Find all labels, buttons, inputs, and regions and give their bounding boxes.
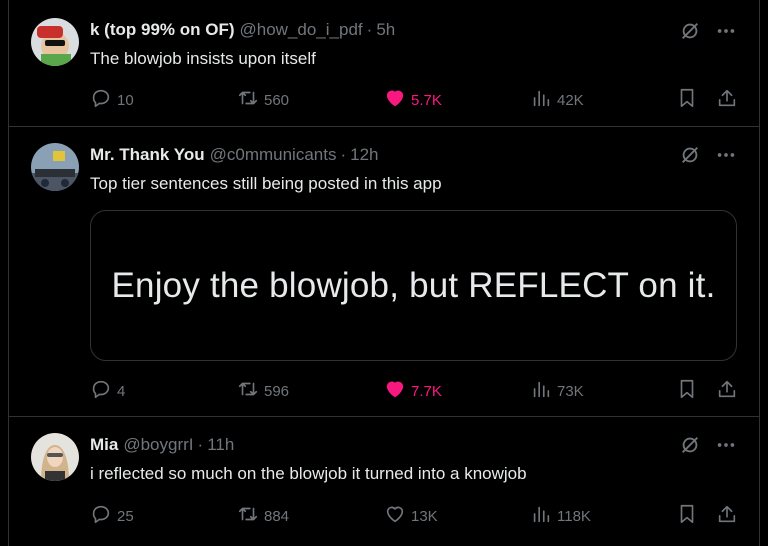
tweet-actions: 25 884 13K 118K <box>90 503 737 525</box>
share-icon <box>716 503 738 529</box>
reply-count: 4 <box>117 382 126 400</box>
user-handle[interactable]: @how_do_i_pdf <box>240 20 363 40</box>
timestamp[interactable]: 11h <box>207 435 234 455</box>
tweet[interactable]: Mr. Thank You @c0mmunicants · 12h Top ti… <box>9 127 759 417</box>
share-icon <box>716 378 738 404</box>
avatar[interactable] <box>31 433 79 481</box>
display-name[interactable]: Mia <box>90 435 118 455</box>
bookmark-icon <box>676 378 698 404</box>
grok-icon[interactable] <box>679 144 701 171</box>
reply-button[interactable]: 4 <box>90 378 125 404</box>
avatar[interactable] <box>31 18 79 66</box>
reply-icon <box>90 378 112 404</box>
views-button[interactable]: 42K <box>530 87 584 113</box>
tweet-header: Mia @boygrrI · 11h <box>90 435 737 455</box>
tweet-header: Mr. Thank You @c0mmunicants · 12h <box>90 145 737 165</box>
share-button[interactable] <box>716 87 738 113</box>
display-name[interactable]: k (top 99% on OF) <box>90 20 235 40</box>
tweet-actions: 10 560 5.7K 42K <box>90 87 737 109</box>
more-options-icon[interactable] <box>715 20 737 47</box>
views-button[interactable]: 118K <box>530 503 591 529</box>
views-button[interactable]: 73K <box>530 378 584 404</box>
tweet-text: The blowjob insists upon itself <box>90 49 316 68</box>
repost-count: 560 <box>264 91 290 109</box>
share-icon <box>716 87 738 113</box>
repost-icon <box>237 503 259 529</box>
heart-icon <box>384 87 406 113</box>
media-card[interactable]: Enjoy the blowjob, but REFLECT on it. <box>90 210 737 361</box>
repost-button[interactable]: 560 <box>237 87 289 113</box>
bookmark-icon <box>676 503 698 529</box>
bookmark-button[interactable] <box>676 87 698 113</box>
analytics-icon <box>530 378 552 404</box>
separator: · <box>197 435 204 454</box>
more-options-icon[interactable] <box>715 434 737 461</box>
tweet-text: Top tier sentences still being posted in… <box>90 174 442 193</box>
tweet-actions: 4 596 7.7K 73K <box>90 378 737 400</box>
separator: · <box>340 145 347 164</box>
reply-count: 10 <box>117 91 134 109</box>
tweet[interactable]: Mia @boygrrI · 11h i reflected so much o… <box>9 417 759 546</box>
reply-button[interactable]: 10 <box>90 87 134 113</box>
timestamp[interactable]: 12h <box>350 145 378 165</box>
view-count: 42K <box>557 91 584 109</box>
timestamp[interactable]: 5h <box>376 20 395 40</box>
like-button[interactable]: 5.7K <box>384 87 442 113</box>
reply-count: 25 <box>117 507 134 525</box>
card-text: Enjoy the blowjob, but REFLECT on it. <box>111 265 716 305</box>
display-name[interactable]: Mr. Thank You <box>90 145 205 165</box>
like-button[interactable]: 13K <box>384 503 438 529</box>
grok-icon[interactable] <box>679 434 701 461</box>
reply-button[interactable]: 25 <box>90 503 134 529</box>
bookmark-button[interactable] <box>676 503 698 529</box>
repost-count: 596 <box>264 382 290 400</box>
user-handle[interactable]: @c0mmunicants <box>210 145 337 165</box>
share-button[interactable] <box>716 378 738 404</box>
avatar[interactable] <box>31 143 79 191</box>
repost-count: 884 <box>264 507 290 525</box>
tweet-text: i reflected so much on the blowjob it tu… <box>90 464 527 483</box>
repost-icon <box>237 87 259 113</box>
grok-icon[interactable] <box>679 20 701 47</box>
repost-button[interactable]: 884 <box>237 503 289 529</box>
analytics-icon <box>530 503 552 529</box>
tweet[interactable]: k (top 99% on OF) @how_do_i_pdf · 5h The… <box>9 0 759 127</box>
heart-icon <box>384 503 406 529</box>
share-button[interactable] <box>716 503 738 529</box>
tweet-header: k (top 99% on OF) @how_do_i_pdf · 5h <box>90 20 737 40</box>
like-button[interactable]: 7.7K <box>384 378 442 404</box>
timeline-feed: k (top 99% on OF) @how_do_i_pdf · 5h The… <box>8 0 760 546</box>
bookmark-button[interactable] <box>676 378 698 404</box>
like-count: 5.7K <box>411 91 442 109</box>
user-handle[interactable]: @boygrrI <box>123 435 193 455</box>
view-count: 73K <box>557 382 584 400</box>
reply-icon <box>90 503 112 529</box>
reply-icon <box>90 87 112 113</box>
like-count: 7.7K <box>411 382 442 400</box>
repost-button[interactable]: 596 <box>237 378 289 404</box>
repost-icon <box>237 378 259 404</box>
heart-icon <box>384 378 406 404</box>
like-count: 13K <box>411 507 438 525</box>
bookmark-icon <box>676 87 698 113</box>
view-count: 118K <box>557 507 591 525</box>
analytics-icon <box>530 87 552 113</box>
separator: · <box>366 20 373 39</box>
more-options-icon[interactable] <box>715 144 737 171</box>
